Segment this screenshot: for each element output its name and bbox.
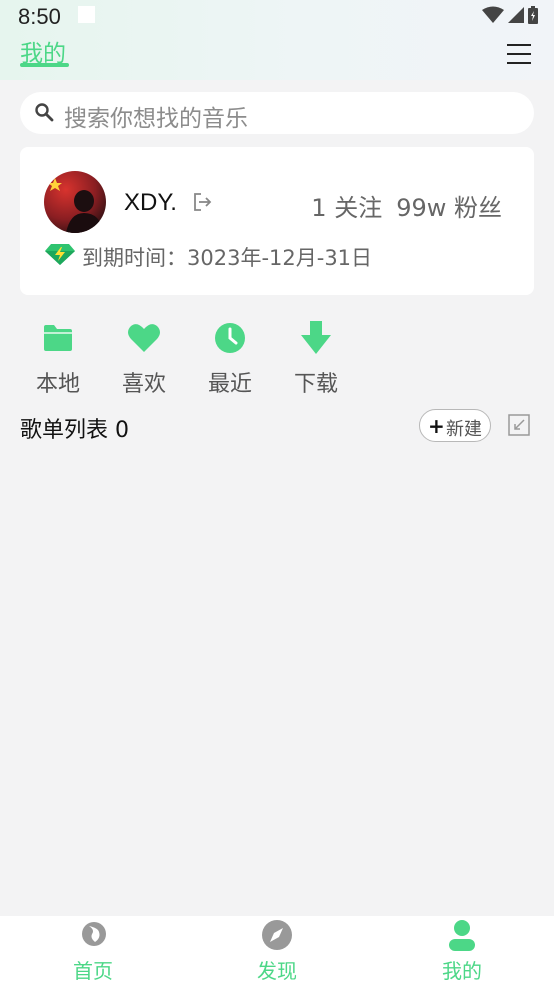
nav-my-label: 我的 [442,959,482,983]
status-bar: 8:50 [0,0,554,34]
bottom-nav: 首页 发现 我的 [0,916,554,984]
quick-action-local[interactable]: 本地 [23,320,93,398]
followers-count[interactable]: 99w 粉丝 [396,194,502,222]
import-icon[interactable] [508,414,530,436]
menu-icon[interactable] [507,44,531,66]
compass-icon [262,920,292,950]
quick-action-recent[interactable]: 最近 [195,320,265,398]
notification-icon [78,6,95,23]
quick-action-label: 下载 [293,372,338,397]
nav-discover-label: 发现 [257,959,297,983]
playlist-header: 歌单列表 0 [20,418,129,443]
quick-action-label: 本地 [35,372,80,397]
wifi-icon [482,6,504,23]
nav-my[interactable]: 我的 [407,916,517,984]
search-icon [35,103,54,122]
nav-discover[interactable]: 发现 [222,916,332,984]
folder-icon [44,325,72,351]
title-bar: 我的 [0,34,554,78]
username: XDY. [124,189,177,216]
person-icon [449,920,475,951]
plus-icon: + [428,414,445,438]
clock-icon [215,323,245,353]
status-time: 8:50 [18,4,61,29]
quick-action-label: 喜欢 [121,372,166,397]
new-playlist-label: 新建 [446,419,482,440]
status-icons [482,6,538,24]
quick-action-like[interactable]: 喜欢 [109,320,179,398]
profile-stats: 1 关注 99w 粉丝 [297,188,502,223]
search-bar[interactable]: 搜索你想找的音乐 [20,92,534,134]
avatar[interactable] [44,171,106,233]
tab-indicator [20,63,69,67]
quick-actions: 本地 喜欢 最近 下载 [0,320,554,400]
vip-diamond-icon [45,244,75,265]
logout-icon[interactable] [192,192,212,212]
battery-icon [528,6,538,24]
home-icon [82,922,106,946]
following-count[interactable]: 1 关注 [311,194,382,222]
heart-icon [128,324,160,352]
signal-icon [508,7,524,23]
download-icon [301,321,331,354]
quick-action-download[interactable]: 下载 [281,320,351,398]
nav-home-label: 首页 [73,959,113,983]
search-placeholder: 搜索你想找的音乐 [64,106,248,132]
profile-card: XDY. 1 关注 99w 粉丝 到期时间：3023年-12月-31日 [20,147,534,295]
nav-home[interactable]: 首页 [38,916,148,984]
expire-date: 到期时间：3023年-12月-31日 [82,246,373,270]
new-playlist-button[interactable]: + 新建 [419,409,491,442]
quick-action-label: 最近 [207,372,252,397]
